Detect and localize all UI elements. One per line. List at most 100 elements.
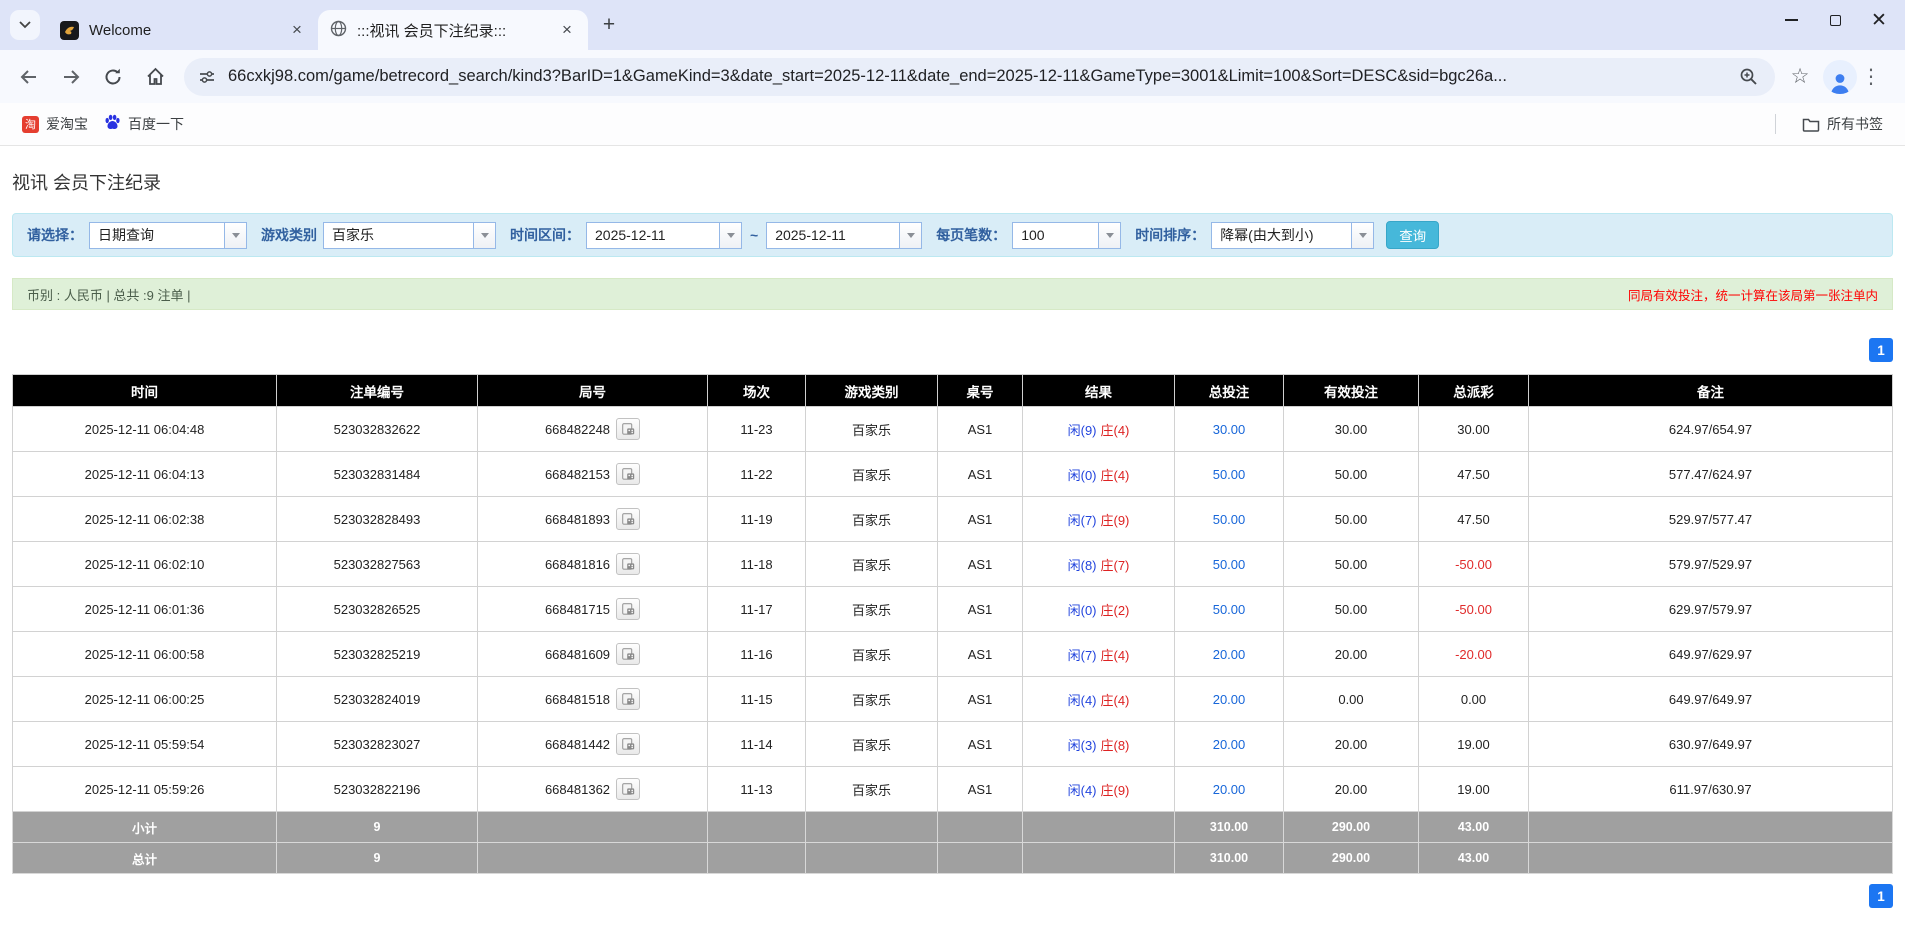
tab-close-icon[interactable]: × xyxy=(286,19,308,41)
video-replay-icon[interactable] xyxy=(616,463,640,485)
result-player: 闲(0) xyxy=(1068,468,1097,483)
page-1-button[interactable]: 1 xyxy=(1869,338,1893,362)
cell-payout: 47.50 xyxy=(1419,497,1529,542)
tab-title: :::视讯 会员下注纪录::: xyxy=(357,20,556,41)
chevron-down-icon[interactable] xyxy=(224,222,247,249)
window-controls: ✕ xyxy=(1783,0,1897,40)
total-bet-link[interactable]: 50.00 xyxy=(1213,467,1246,482)
new-tab-button[interactable]: + xyxy=(594,10,624,40)
cell-round: 668481518 xyxy=(478,677,708,722)
video-replay-icon[interactable] xyxy=(616,418,640,440)
header-result: 结果 xyxy=(1023,375,1175,407)
cell-session: 11-14 xyxy=(708,722,806,767)
tab-bet-records[interactable]: :::视讯 会员下注纪录::: × xyxy=(318,10,588,50)
header-game-type: 游戏类别 xyxy=(806,375,938,407)
reload-button[interactable] xyxy=(94,58,132,96)
cell-table-no: AS1 xyxy=(938,722,1023,767)
total-bet-link[interactable]: 30.00 xyxy=(1213,422,1246,437)
video-replay-icon[interactable] xyxy=(616,688,640,710)
cell-bet-id: 523032822196 xyxy=(277,767,478,812)
bookmark-taobao[interactable]: 淘 爱淘宝 xyxy=(14,109,96,139)
cell-session: 11-16 xyxy=(708,632,806,677)
site-settings-tune-icon[interactable] xyxy=(192,62,222,92)
zoom-level-icon[interactable] xyxy=(1733,62,1763,92)
url-bar[interactable]: 66cxkj98.com/game/betrecord_search/kind3… xyxy=(184,58,1775,96)
total-bet-link[interactable]: 50.00 xyxy=(1213,602,1246,617)
cell-payout: 19.00 xyxy=(1419,767,1529,812)
total-bet-link[interactable]: 20.00 xyxy=(1213,692,1246,707)
total-bet-link[interactable]: 20.00 xyxy=(1213,647,1246,662)
forward-arrow-icon xyxy=(61,67,81,87)
video-replay-icon[interactable] xyxy=(616,553,640,575)
back-button[interactable] xyxy=(10,58,48,96)
cell-payout: 19.00 xyxy=(1419,722,1529,767)
round-number: 668482153 xyxy=(545,467,610,482)
profile-avatar[interactable] xyxy=(1823,60,1857,94)
sort-select[interactable]: 降幂(由大到小) xyxy=(1211,222,1374,249)
round-number: 668482248 xyxy=(545,422,610,437)
total-bet-link[interactable]: 50.00 xyxy=(1213,512,1246,527)
round-number: 668481715 xyxy=(545,602,610,617)
tab-title: Welcome xyxy=(89,22,286,39)
video-replay-icon[interactable] xyxy=(616,733,640,755)
table-row: 2025-12-11 06:04:13 523032831484 6684821… xyxy=(13,452,1893,497)
browser-menu-icon[interactable]: ⋮ xyxy=(1861,64,1891,89)
search-button[interactable]: 查询 xyxy=(1386,221,1439,249)
bookmark-star-icon[interactable]: ☆ xyxy=(1785,62,1815,92)
chevron-down-icon[interactable] xyxy=(1351,222,1374,249)
date-range-label: 时间区间： xyxy=(510,225,580,245)
header-session: 场次 xyxy=(708,375,806,407)
game-type-select[interactable]: 百家乐 xyxy=(323,222,496,249)
welcome-favicon-icon xyxy=(60,21,79,40)
cell-time: 2025-12-11 06:00:25 xyxy=(13,677,277,722)
date-start-select[interactable]: 2025-12-11 xyxy=(586,222,742,249)
minimize-button[interactable] xyxy=(1783,12,1799,28)
video-replay-icon[interactable] xyxy=(616,598,640,620)
video-replay-icon[interactable] xyxy=(616,643,640,665)
total-bet-link[interactable]: 50.00 xyxy=(1213,557,1246,572)
bookmark-baidu[interactable]: 百度一下 xyxy=(96,109,192,139)
tab-welcome[interactable]: Welcome × xyxy=(48,10,318,50)
chevron-down-icon[interactable] xyxy=(473,222,496,249)
cell-time: 2025-12-11 06:04:48 xyxy=(13,407,277,452)
cell-bet-id: 523032825219 xyxy=(277,632,478,677)
cell-result: 闲(7)庄(4) xyxy=(1023,632,1175,677)
date-end-select[interactable]: 2025-12-11 xyxy=(766,222,922,249)
cell-payout: -20.00 xyxy=(1419,632,1529,677)
total-bet-link[interactable]: 20.00 xyxy=(1213,737,1246,752)
home-button[interactable] xyxy=(136,58,174,96)
cell-valid-bet: 0.00 xyxy=(1284,677,1419,722)
maximize-button[interactable] xyxy=(1827,12,1843,28)
cell-result: 闲(8)庄(7) xyxy=(1023,542,1175,587)
tab-close-icon[interactable]: × xyxy=(556,19,578,41)
game-type-label: 游戏类别 xyxy=(261,225,317,245)
cell-session: 11-23 xyxy=(708,407,806,452)
total-bet-link[interactable]: 20.00 xyxy=(1213,782,1246,797)
page-1-button[interactable]: 1 xyxy=(1869,884,1893,908)
chevron-down-icon[interactable] xyxy=(899,222,922,249)
page-size-label: 每页笔数： xyxy=(936,225,1006,245)
cell-table-no: AS1 xyxy=(938,542,1023,587)
filter-bar: 请选择： 日期查询 游戏类别 百家乐 时间区间： 2025-12-11 ~ 20… xyxy=(12,213,1893,257)
url-text[interactable]: 66cxkj98.com/game/betrecord_search/kind3… xyxy=(228,67,1733,86)
cell-session: 11-18 xyxy=(708,542,806,587)
close-window-button[interactable]: ✕ xyxy=(1871,12,1887,28)
sort-value: 降幂(由大到小) xyxy=(1211,222,1351,249)
chevron-down-icon[interactable] xyxy=(1098,222,1121,249)
cell-game-type: 百家乐 xyxy=(806,767,938,812)
forward-button[interactable] xyxy=(52,58,90,96)
cell-time: 2025-12-11 06:02:38 xyxy=(13,497,277,542)
video-replay-icon[interactable] xyxy=(616,778,640,800)
cell-game-type: 百家乐 xyxy=(806,722,938,767)
query-type-select[interactable]: 日期查询 xyxy=(89,222,247,249)
cell-round: 668481609 xyxy=(478,632,708,677)
header-total-bet: 总投注 xyxy=(1175,375,1284,407)
cell-valid-bet: 20.00 xyxy=(1284,632,1419,677)
cell-time: 2025-12-11 06:01:36 xyxy=(13,587,277,632)
video-replay-icon[interactable] xyxy=(616,508,640,530)
tab-search-chevron-icon[interactable] xyxy=(10,10,40,40)
total-count: 9 xyxy=(277,843,478,874)
all-bookmarks-button[interactable]: 所有书签 xyxy=(1794,109,1891,139)
page-size-select[interactable]: 100 xyxy=(1012,222,1121,249)
chevron-down-icon[interactable] xyxy=(719,222,742,249)
